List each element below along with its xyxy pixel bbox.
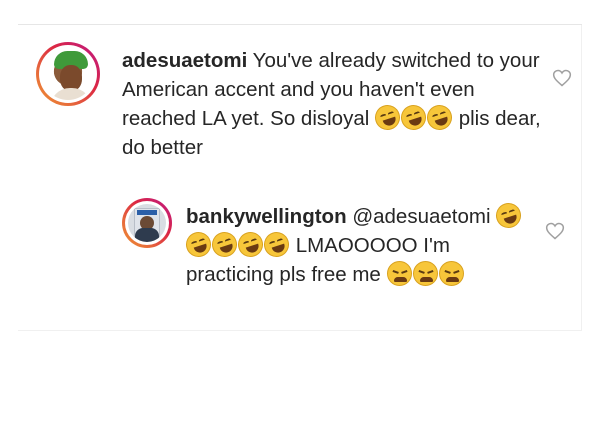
reply-username[interactable]: bankywellington: [186, 205, 347, 228]
laughing-emoji: [371, 101, 404, 134]
heart-outline-icon[interactable]: [545, 221, 565, 241]
laughing-emoji-group: [371, 101, 459, 134]
reply-mention[interactable]: @adesuaetomi: [352, 205, 490, 228]
comment-adesuaetomi: adesuaetomi You've already switched to y…: [122, 46, 542, 162]
avatar-bankywellington[interactable]: [122, 198, 172, 248]
reply-bankywellington: bankywellington @adesuaetomi LMAOOOOO I'…: [182, 199, 526, 289]
laughing-emoji: [397, 101, 430, 134]
tired-face-emoji: [412, 261, 438, 286]
avatar-adesuaetomi[interactable]: [36, 42, 100, 106]
laughing-emoji: [423, 101, 456, 134]
laughing-emoji: [182, 228, 215, 261]
tired-face-emoji: [386, 261, 412, 286]
laughing-emoji: [492, 199, 525, 232]
tired-emoji-group: [386, 261, 465, 286]
laughing-emoji: [234, 228, 267, 261]
comment-username[interactable]: adesuaetomi: [122, 49, 247, 72]
laughing-emoji: [260, 228, 293, 261]
tired-face-emoji: [438, 261, 464, 286]
laughing-emoji: [208, 228, 241, 261]
heart-outline-icon[interactable]: [552, 68, 572, 88]
